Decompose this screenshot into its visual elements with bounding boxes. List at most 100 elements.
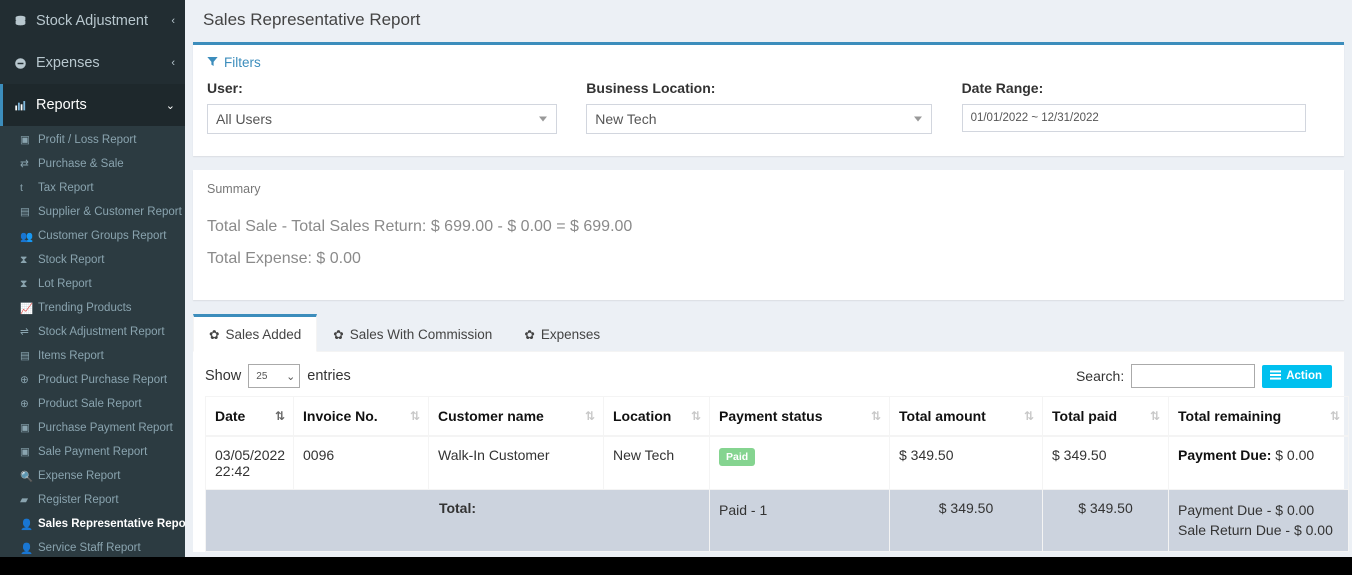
filter-date-label: Date Range:	[961, 80, 1044, 96]
footer-payment-status: Paid - 1	[709, 489, 890, 552]
reports-submenu: ▣ Profit / Loss Report ⇄ Purchase & Sale…	[0, 126, 185, 560]
list-icon	[1270, 369, 1282, 383]
sidebar-subitem-label: Items Report	[38, 350, 104, 362]
sidebar-item-customer-groups-report[interactable]: 👥 Customer Groups Report	[0, 224, 185, 248]
sidebar-subitem-label: Product Sale Report	[38, 398, 142, 410]
sidebar-item-stock-adjustment[interactable]: Stock Adjustment ‹	[0, 0, 185, 42]
list-icon: ▤	[20, 350, 30, 362]
cell-total-remaining: Payment Due: $ 0.00	[1168, 436, 1349, 490]
search-area: Search: Action	[1076, 364, 1332, 388]
col-location[interactable]: Location ⇅	[603, 396, 710, 437]
sidebar-item-items-report[interactable]: ▤ Items Report	[0, 344, 185, 368]
entries-label: entries	[307, 368, 351, 384]
summary-title: Summary	[207, 182, 261, 196]
sidebar-subitem-label: Supplier & Customer Report	[38, 206, 182, 218]
sidebar-item-reports[interactable]: Reports ⌄	[0, 84, 185, 126]
filters-toggle[interactable]: Filters	[193, 45, 1344, 76]
chevron-down-icon: ⌄	[165, 99, 175, 112]
filters-body: User: All Users Business Location: New T…	[193, 76, 1344, 156]
filter-location-group: Business Location: New Tech	[581, 80, 955, 134]
sidebar-item-supplier-customer-report[interactable]: ▤ Supplier & Customer Report	[0, 200, 185, 224]
sidebar-item-purchase-and-sale[interactable]: ⇄ Purchase & Sale	[0, 152, 185, 176]
sidebar-subitem-label: Register Report	[38, 494, 119, 506]
tab-expenses[interactable]: ✿ Expenses	[508, 316, 616, 352]
col-invoice-no[interactable]: Invoice No. ⇅	[293, 396, 429, 437]
screen-bottom-edge	[0, 557, 185, 575]
sidebar-subitem-label: Expense Report	[38, 470, 121, 482]
user-select[interactable]: All Users	[207, 104, 558, 134]
col-total-remaining[interactable]: Total remaining ⇅	[1168, 396, 1349, 437]
sidebar-item-stock-adjustment-report[interactable]: ⇌ Stock Adjustment Report	[0, 320, 185, 344]
col-total-amount[interactable]: Total amount ⇅	[889, 396, 1043, 437]
cell-total-amount: $ 349.50	[889, 436, 1043, 490]
sidebar-item-label: Reports	[36, 97, 87, 113]
summary-total-expense-line: Total Expense: $ 0.00	[207, 250, 361, 267]
entries-select[interactable]: 25 ⌄	[248, 364, 301, 388]
user-icon: 👤	[20, 518, 34, 531]
sidebar-item-lot-report[interactable]: ⧗ Lot Report	[0, 272, 185, 296]
sidebar-item-tax-report[interactable]: t Tax Report	[0, 176, 185, 200]
tab-panel-sales-added: Show 25 ⌄ entries Search: Action Date ⇅ …	[193, 352, 1349, 552]
sidebar-item-expenses[interactable]: Expenses ‹	[0, 42, 185, 84]
sidebar-subitem-label: Purchase & Sale	[38, 158, 124, 170]
sort-icon: ⇅	[870, 409, 881, 423]
sidebar-item-purchase-payment-report[interactable]: ▣ Purchase Payment Report	[0, 416, 185, 440]
action-button[interactable]: Action	[1262, 364, 1332, 388]
tabs-section: ✿ Sales Added ✿ Sales With Commission ✿ …	[193, 312, 1349, 552]
hourglass-icon: ⧗	[20, 253, 28, 266]
sidebar-item-sale-payment-report[interactable]: ▣ Sale Payment Report	[0, 440, 185, 464]
search-input[interactable]	[1131, 364, 1256, 388]
sidebar-item-profit-loss-report[interactable]: ▣ Profit / Loss Report	[0, 128, 185, 152]
money-icon: ▣	[20, 422, 30, 434]
table-controls: Show 25 ⌄ entries Search: Action	[205, 362, 1332, 396]
cell-payment-status: Paid	[709, 436, 890, 490]
search-icon: 🔍	[20, 470, 34, 483]
sidebar-subitem-label: Product Purchase Report	[38, 374, 168, 386]
entries-select-value: 25	[256, 370, 268, 382]
sidebar-item-trending-products[interactable]: 📈 Trending Products	[0, 296, 185, 320]
chevron-down-icon: ⌄	[286, 370, 296, 383]
status-badge: Paid	[719, 448, 756, 466]
sidebar-item-register-report[interactable]: ▰ Register Report	[0, 488, 185, 512]
screen-bottom-edge	[0, 557, 1352, 575]
sort-desc-icon: ⇅	[274, 409, 285, 423]
table-body: 03/05/2022 22:42 0096 Walk-In Customer N…	[205, 436, 1349, 490]
sort-icon: ⇅	[690, 409, 701, 423]
col-customer-name[interactable]: Customer name ⇅	[428, 396, 604, 437]
cell-invoice-no: 0096	[293, 436, 429, 490]
col-total-paid[interactable]: Total paid ⇅	[1042, 396, 1169, 437]
action-button-label: Action	[1286, 370, 1322, 382]
filters-label: Filters	[224, 55, 261, 70]
sidebar-subitem-label: Customer Groups Report	[38, 230, 167, 242]
col-payment-status[interactable]: Payment status ⇅	[709, 396, 890, 437]
sidebar-item-product-purchase-report[interactable]: ⊕ Product Purchase Report	[0, 368, 185, 392]
sales-table: Date ⇅ Invoice No. ⇅ Customer name ⇅ Loc…	[205, 396, 1349, 552]
footer-sale-return-due: Sale Return Due - $ 0.00	[1178, 522, 1333, 539]
table-row[interactable]: 03/05/2022 22:42 0096 Walk-In Customer N…	[205, 436, 1349, 490]
business-location-value: New Tech	[595, 111, 657, 127]
col-label: Payment status	[719, 408, 823, 424]
date-range-input[interactable]: 01/01/2022 ~ 12/31/2022	[961, 104, 1306, 132]
sidebar-item-product-sale-report[interactable]: ⊕ Product Sale Report	[0, 392, 185, 416]
tab-sales-added[interactable]: ✿ Sales Added	[193, 314, 318, 352]
col-label: Location	[613, 408, 672, 424]
col-label: Total amount	[899, 408, 986, 424]
sidebar-item-stock-report[interactable]: ⧗ Stock Report	[0, 248, 185, 272]
col-label: Customer name	[438, 408, 544, 424]
tab-label: Expenses	[540, 327, 601, 342]
gear-icon: ✿	[209, 328, 220, 342]
filter-icon	[207, 56, 218, 70]
sidebar-item-sales-representative-report[interactable]: 👤 Sales Representative Report	[0, 512, 185, 536]
cell-date: 03/05/2022 22:42	[205, 436, 294, 490]
tab-sales-with-commission[interactable]: ✿ Sales With Commission	[317, 316, 508, 352]
filter-user-label: User:	[207, 80, 243, 96]
sidebar-item-expense-report[interactable]: 🔍 Expense Report	[0, 464, 185, 488]
arrow-circle-up-icon: ⊕	[20, 398, 29, 410]
sidebar-subitem-label: Profit / Loss Report	[38, 134, 137, 146]
chevron-left-icon: ‹	[171, 57, 175, 69]
col-label: Invoice No.	[303, 408, 378, 424]
col-date[interactable]: Date ⇅	[205, 396, 294, 437]
footer-total-remaining: Payment Due - $ 0.00 Sale Return Due - $…	[1168, 489, 1349, 552]
business-location-select[interactable]: New Tech	[586, 104, 932, 134]
filters-box: Filters User: All Users Business Locatio…	[193, 42, 1344, 156]
